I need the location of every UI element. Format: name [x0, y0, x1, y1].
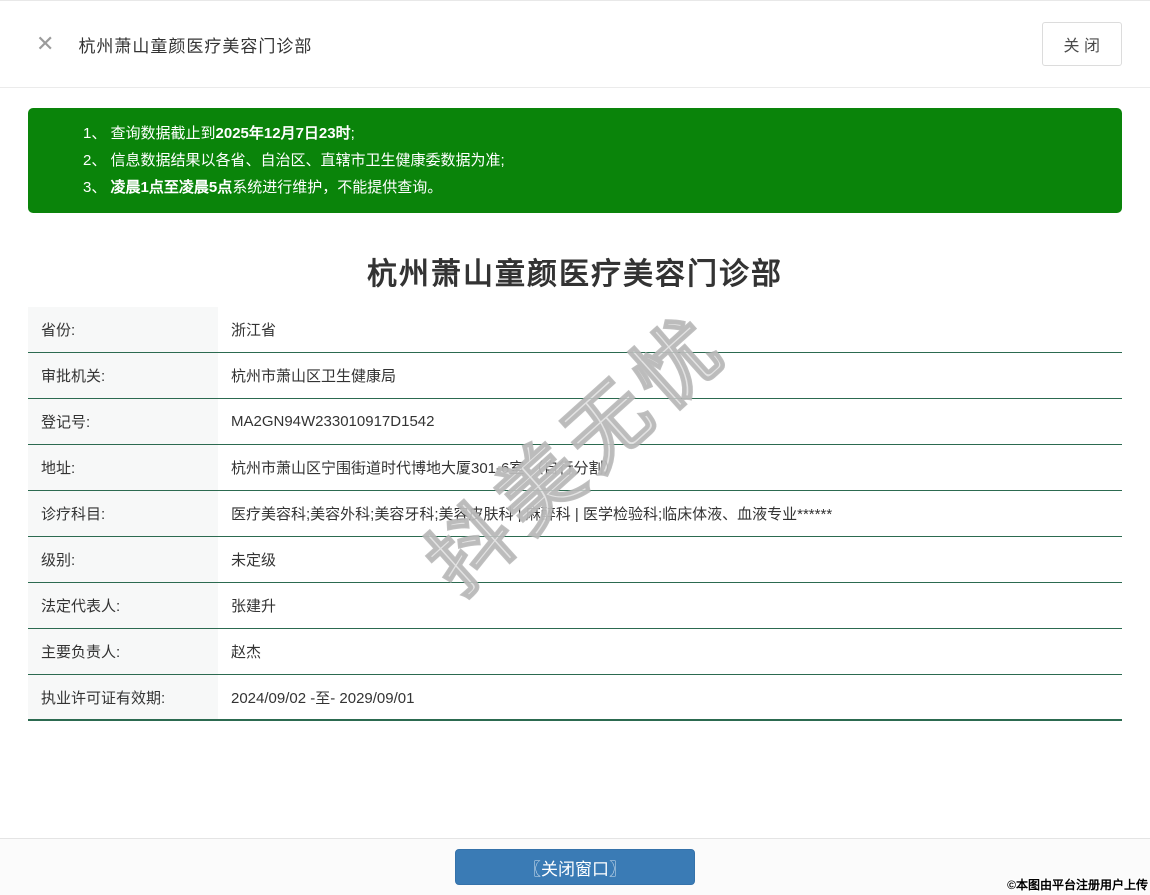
table-row-license-validity: 执业许可证有效期: 2024/09/02 -至- 2029/09/01 — [28, 675, 1122, 721]
row-value: MA2GN94W233010917D1542 — [231, 413, 435, 430]
info-table: 省份: 浙江省 审批机关: 杭州市萧山区卫生健康局 登记号: MA2GN94W2… — [28, 307, 1122, 721]
notice-banner: 1、 查询数据截止到2025年12月7日23时; 2、 信息数据结果以各省、自治… — [28, 108, 1122, 213]
close-button[interactable]: 关 闭 — [1041, 22, 1122, 66]
row-value: 张建升 — [231, 598, 277, 615]
table-row-approval-authority: 审批机关: 杭州市萧山区卫生健康局 — [28, 353, 1122, 399]
row-value: 医疗美容科;美容外科;美容牙科;美容皮肤科 | 麻醉科 | 医学检验科;临床体液… — [231, 506, 833, 523]
close-x-icon[interactable]: ✕ — [36, 33, 54, 55]
row-value: 杭州市萧山区宁围街道时代博地大厦301-6室 （自行分割） — [231, 460, 619, 477]
notice-line-2: 2、 信息数据结果以各省、自治区、直辖市卫生健康委数据为准; — [83, 147, 1102, 174]
row-value: 浙江省 — [231, 322, 277, 339]
page-title: 杭州萧山童颜医疗美容门诊部 — [367, 258, 783, 291]
header-title: 杭州萧山童颜医疗美容门诊部 — [78, 36, 313, 56]
notice-line-1: 1、 查询数据截止到2025年12月7日23时; — [83, 120, 1102, 147]
table-row-level: 级别: 未定级 — [28, 537, 1122, 583]
table-row-departments: 诊疗科目: 医疗美容科;美容外科;美容牙科;美容皮肤科 | 麻醉科 | 医学检验… — [28, 491, 1122, 537]
row-label: 执业许可证有效期: — [28, 675, 218, 719]
table-row-principal: 主要负责人: 赵杰 — [28, 629, 1122, 675]
row-label: 诊疗科目: — [28, 491, 218, 536]
row-value: 未定级 — [231, 552, 277, 569]
notice-text: 1、 查询数据截止到 — [83, 125, 216, 142]
row-label: 审批机关: — [28, 353, 218, 398]
row-label: 主要负责人: — [28, 629, 218, 674]
row-label: 省份: — [28, 307, 218, 352]
row-label: 地址: — [28, 445, 218, 490]
table-row-address: 地址: 杭州市萧山区宁围街道时代博地大厦301-6室 （自行分割） — [28, 445, 1122, 491]
attribution-text: ©本图由平台注册用户上传 — [1007, 878, 1148, 892]
notice-text: ; — [350, 125, 355, 142]
table-row-registration-number: 登记号: MA2GN94W233010917D1542 — [28, 399, 1122, 445]
table-row-province: 省份: 浙江省 — [28, 307, 1122, 353]
notice-bold-text: 凌晨1点至凌晨5点 — [110, 179, 233, 196]
notice-text: 3、 — [83, 179, 111, 196]
notice-text: 2、 信息数据结果以各省、自治区、直辖市卫生健康委数据为准; — [83, 152, 505, 169]
table-row-legal-representative: 法定代表人: 张建升 — [28, 583, 1122, 629]
notice-line-3: 3、 凌晨1点至凌晨5点系统进行维护，不能提供查询。 — [83, 174, 1102, 201]
row-value: 2024/09/02 -至- 2029/09/01 — [231, 689, 415, 707]
close-window-button[interactable]: 〖关闭窗口〗 — [455, 849, 695, 885]
footer: 〖关闭窗口〗 — [0, 838, 1150, 895]
notice-text: 系统进行维护，不能提供查询。 — [232, 179, 443, 196]
notice-bold-text: 2025年12月7日23时 — [215, 125, 351, 142]
row-label: 法定代表人: — [28, 583, 218, 628]
row-label: 级别: — [28, 537, 218, 582]
header: ✕ 杭州萧山童颜医疗美容门诊部 关 闭 — [0, 0, 1150, 88]
row-value: 赵杰 — [231, 644, 262, 661]
row-value: 杭州市萧山区卫生健康局 — [231, 368, 397, 385]
row-label: 登记号: — [28, 399, 218, 444]
